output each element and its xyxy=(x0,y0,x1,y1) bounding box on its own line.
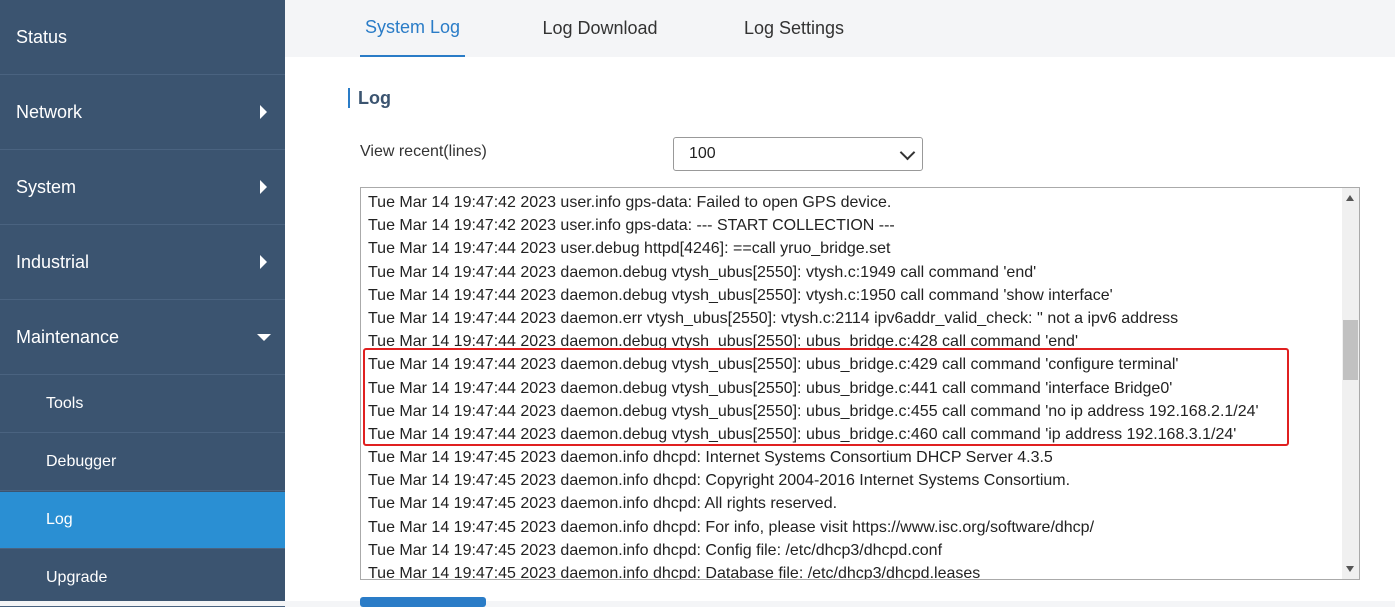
sidebar: Status Network System Industrial Mainten… xyxy=(0,0,285,607)
scrollbar[interactable] xyxy=(1342,188,1359,579)
log-line: Tue Mar 14 19:47:45 2023 daemon.info dhc… xyxy=(368,449,1053,467)
scroll-down-icon[interactable] xyxy=(1346,566,1354,572)
sidebar-subitem-tools[interactable]: Tools xyxy=(0,376,285,433)
log-line: Tue Mar 14 19:47:45 2023 daemon.info dhc… xyxy=(368,472,1071,490)
sidebar-item-label: Industrial xyxy=(16,251,90,272)
chevron-right-icon xyxy=(260,180,267,194)
section-title: Log xyxy=(348,88,391,108)
sidebar-subitem-label: Tools xyxy=(46,395,84,412)
sidebar-item-system[interactable]: System xyxy=(0,150,285,225)
refresh-button[interactable] xyxy=(360,597,486,607)
sidebar-item-label: Maintenance xyxy=(16,326,120,347)
sidebar-subitem-upgrade[interactable]: Upgrade xyxy=(0,550,285,607)
sidebar-item-status[interactable]: Status xyxy=(0,0,285,75)
sidebar-subitem-label: Upgrade xyxy=(46,569,108,586)
sidebar-subitem-debugger[interactable]: Debugger xyxy=(0,434,285,491)
log-line: Tue Mar 14 19:47:42 2023 user.info gps-d… xyxy=(368,194,892,211)
log-line: Tue Mar 14 19:47:45 2023 daemon.info dhc… xyxy=(368,495,838,513)
sidebar-item-label: System xyxy=(16,176,77,197)
log-line: Tue Mar 14 19:47:44 2023 daemon.debug vt… xyxy=(368,263,1037,281)
sidebar-item-label: Network xyxy=(16,101,83,122)
view-recent-label: View recent(lines) xyxy=(360,143,487,160)
log-line: Tue Mar 14 19:47:45 2023 daemon.info dhc… xyxy=(368,518,1095,536)
tab-log-settings[interactable]: Log Settings xyxy=(740,0,848,57)
log-line: Tue Mar 14 19:47:42 2023 user.info gps-d… xyxy=(368,217,895,235)
view-recent-value: 100 xyxy=(689,145,716,162)
log-line: Tue Mar 14 19:47:45 2023 daemon.info dhc… xyxy=(368,541,943,559)
tab-log-download[interactable]: Log Download xyxy=(540,0,660,57)
scroll-thumb[interactable] xyxy=(1343,320,1358,380)
sidebar-subitem-log[interactable]: Log xyxy=(0,492,285,549)
highlight-box xyxy=(363,348,1289,446)
sidebar-item-network[interactable]: Network xyxy=(0,75,285,150)
view-recent-select[interactable]: 100 xyxy=(673,137,923,171)
sidebar-subitem-label: Debugger xyxy=(46,453,117,470)
chevron-right-icon xyxy=(260,255,267,269)
tab-system-log[interactable]: System Log xyxy=(360,0,465,57)
log-line: Tue Mar 14 19:47:44 2023 daemon.debug vt… xyxy=(368,286,1113,304)
chevron-right-icon xyxy=(260,105,267,119)
main-content: System Log Log Download Log Settings Log… xyxy=(285,0,1395,607)
sidebar-item-label: Status xyxy=(16,26,68,47)
log-line: Tue Mar 14 19:47:44 2023 user.debug http… xyxy=(368,240,891,258)
scroll-up-icon[interactable] xyxy=(1346,195,1354,201)
log-line: Tue Mar 14 19:47:45 2023 daemon.info dhc… xyxy=(368,565,981,580)
log-line: Tue Mar 14 19:47:44 2023 daemon.err vtys… xyxy=(368,309,1179,327)
chevron-down-icon xyxy=(257,334,271,341)
chevron-down-icon xyxy=(899,144,916,161)
sidebar-item-industrial[interactable]: Industrial xyxy=(0,225,285,300)
sidebar-item-maintenance[interactable]: Maintenance xyxy=(0,300,285,375)
tab-bar: System Log Log Download Log Settings xyxy=(285,0,1395,57)
sidebar-subitem-label: Log xyxy=(46,511,73,528)
